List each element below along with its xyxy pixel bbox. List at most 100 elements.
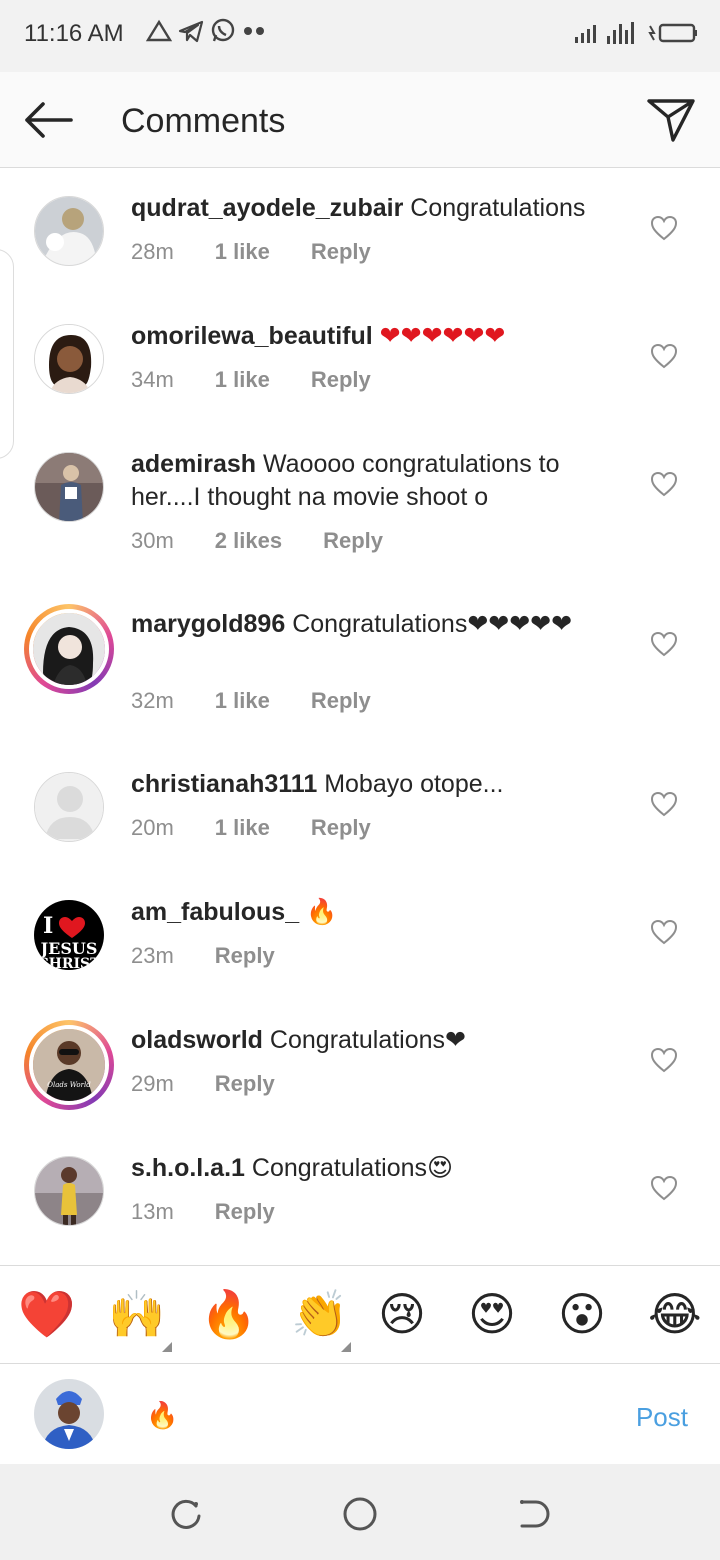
signal-icon-2 — [607, 22, 634, 44]
like-heart-icon[interactable] — [650, 471, 678, 497]
comment-text: ❤❤❤❤❤❤ — [379, 322, 506, 350]
comment-time: 30m — [131, 528, 174, 553]
comment-time: 29m — [131, 1071, 174, 1096]
reply-button[interactable]: Reply — [311, 367, 371, 393]
likes-count[interactable]: 1 like — [215, 367, 270, 393]
telegram-icon — [178, 20, 204, 43]
comment-text: Congratulations — [410, 194, 586, 222]
like-heart-icon[interactable] — [650, 919, 678, 945]
reply-button[interactable]: Reply — [311, 239, 371, 265]
avatar[interactable] — [34, 196, 104, 266]
comment-meta: 30m 2 likes Reply — [131, 528, 424, 554]
like-heart-icon[interactable] — [650, 631, 678, 657]
comment-meta: 29m Reply — [131, 1071, 316, 1097]
emoji-clap-button[interactable]: 👏 — [291, 1288, 348, 1340]
comment-time: 13m — [131, 1199, 174, 1224]
reply-button[interactable]: Reply — [323, 528, 383, 554]
emoji-heart-eyes-button[interactable]: 😍 — [468, 1288, 516, 1340]
comment-body: qudrat_ayodele_zubair Congratulations — [131, 192, 621, 225]
emoji-quick-bar: ❤️ 🙌 🔥 👏 😢 😍 😮 😂 — [0, 1265, 720, 1363]
status-bar: 11:16 AM — [0, 0, 720, 72]
share-button[interactable] — [644, 96, 698, 144]
skin-tone-indicator-icon — [341, 1342, 351, 1352]
reply-button[interactable]: Reply — [215, 1071, 275, 1097]
like-heart-icon[interactable] — [650, 1175, 678, 1201]
comment-meta: 34m 1 like Reply — [131, 367, 412, 393]
reply-button[interactable]: Reply — [215, 1199, 275, 1225]
comment-time: 32m — [131, 688, 174, 713]
comment-username[interactable]: oladsworld — [131, 1026, 263, 1054]
emoji-crying-button[interactable]: 😢 — [378, 1288, 426, 1340]
status-time: 11:16 AM — [24, 20, 124, 47]
avatar[interactable] — [34, 324, 104, 394]
back-button[interactable] — [20, 96, 76, 144]
christ-logo-word: CHRIST — [37, 956, 101, 970]
like-heart-icon[interactable] — [650, 343, 678, 369]
send-icon — [647, 99, 695, 142]
page-title: Comments — [121, 102, 286, 140]
comment-username[interactable]: marygold896 — [131, 610, 285, 638]
battery-icon — [648, 23, 697, 43]
comments-list[interactable]: qudrat_ayodele_zubair Congratulations 28… — [0, 169, 720, 1264]
likes-count[interactable]: 1 like — [215, 688, 270, 714]
comment-meta: 28m 1 like Reply — [131, 239, 412, 265]
avatar[interactable] — [34, 1156, 104, 1226]
comment-username[interactable]: s.h.o.l.a.1 — [131, 1154, 245, 1182]
more-notifications-icon — [244, 27, 264, 35]
comment-body: christianah3111 Mobayo otope... — [131, 768, 621, 801]
emoji-fire-button[interactable]: 🔥 — [200, 1288, 257, 1340]
avatar-story-ring[interactable] — [24, 604, 114, 694]
status-notification-icons — [146, 18, 268, 44]
comment-text: 🔥 — [306, 898, 338, 926]
avatar[interactable] — [34, 452, 104, 522]
whatsapp-icon — [211, 18, 235, 42]
signal-icon — [575, 25, 596, 43]
like-heart-icon[interactable] — [650, 791, 678, 817]
side-edge-tab[interactable] — [0, 249, 14, 459]
avatar-story-ring[interactable]: Olads World — [24, 1020, 114, 1110]
skin-tone-indicator-icon — [162, 1342, 172, 1352]
emoji-heart-button[interactable]: ❤️ — [18, 1288, 75, 1340]
comment-text: Congratulations❤❤❤❤❤ — [292, 610, 573, 638]
comment-time: 34m — [131, 367, 174, 392]
emoji-surprised-button[interactable]: 😮 — [558, 1288, 606, 1340]
comment-time: 20m — [131, 815, 174, 840]
comments-header: Comments — [0, 72, 720, 168]
comment-username[interactable]: omorilewa_beautiful — [131, 322, 373, 350]
back-nav-icon[interactable] — [514, 1494, 554, 1534]
shirt-text: Olads World — [47, 1081, 91, 1089]
reply-button[interactable]: Reply — [215, 943, 275, 969]
reply-button[interactable]: Reply — [311, 688, 371, 714]
avatar-placeholder[interactable] — [34, 772, 104, 842]
home-icon[interactable] — [340, 1494, 380, 1534]
comment-body: ademirash Waoooo congratulations to her.… — [131, 448, 621, 514]
comment-username[interactable]: ademirash — [131, 450, 256, 478]
comment-composer: 🔥 Post — [0, 1363, 720, 1464]
comment-meta: 20m 1 like Reply — [131, 815, 412, 841]
comment-meta: 23m Reply — [131, 943, 316, 969]
comment-username[interactable]: qudrat_ayodele_zubair — [131, 194, 403, 222]
comment-body: omorilewa_beautiful ❤❤❤❤❤❤ — [131, 320, 621, 353]
emoji-laughing-button[interactable]: 😂 — [648, 1288, 702, 1340]
system-navigation-bar — [0, 1464, 720, 1560]
emoji-raised-hands-button[interactable]: 🙌 — [108, 1288, 165, 1340]
jesus-logo-i: I — [43, 913, 53, 939]
comment-body: s.h.o.l.a.1 Congratulations😍 — [131, 1152, 621, 1185]
post-button[interactable]: Post — [636, 1402, 688, 1433]
avatar[interactable]: I JESUS CHRIST — [34, 900, 104, 970]
comment-username[interactable]: christianah3111 — [131, 770, 317, 798]
comment-text: Mobayo otope... — [324, 770, 504, 798]
comment-body: oladsworld Congratulations❤ — [131, 1024, 621, 1057]
recents-icon[interactable] — [166, 1494, 206, 1534]
likes-count[interactable]: 2 likes — [215, 528, 282, 554]
comment-body: am_fabulous_ 🔥 — [131, 896, 621, 929]
like-heart-icon[interactable] — [650, 215, 678, 241]
like-heart-icon[interactable] — [650, 1047, 678, 1073]
comment-username[interactable]: am_fabulous_ — [131, 898, 299, 926]
my-avatar — [34, 1379, 104, 1449]
likes-count[interactable]: 1 like — [215, 239, 270, 265]
likes-count[interactable]: 1 like — [215, 815, 270, 841]
comment-input[interactable]: 🔥 — [146, 1400, 178, 1431]
reply-button[interactable]: Reply — [311, 815, 371, 841]
comment-meta: 32m 1 like Reply — [131, 688, 412, 714]
